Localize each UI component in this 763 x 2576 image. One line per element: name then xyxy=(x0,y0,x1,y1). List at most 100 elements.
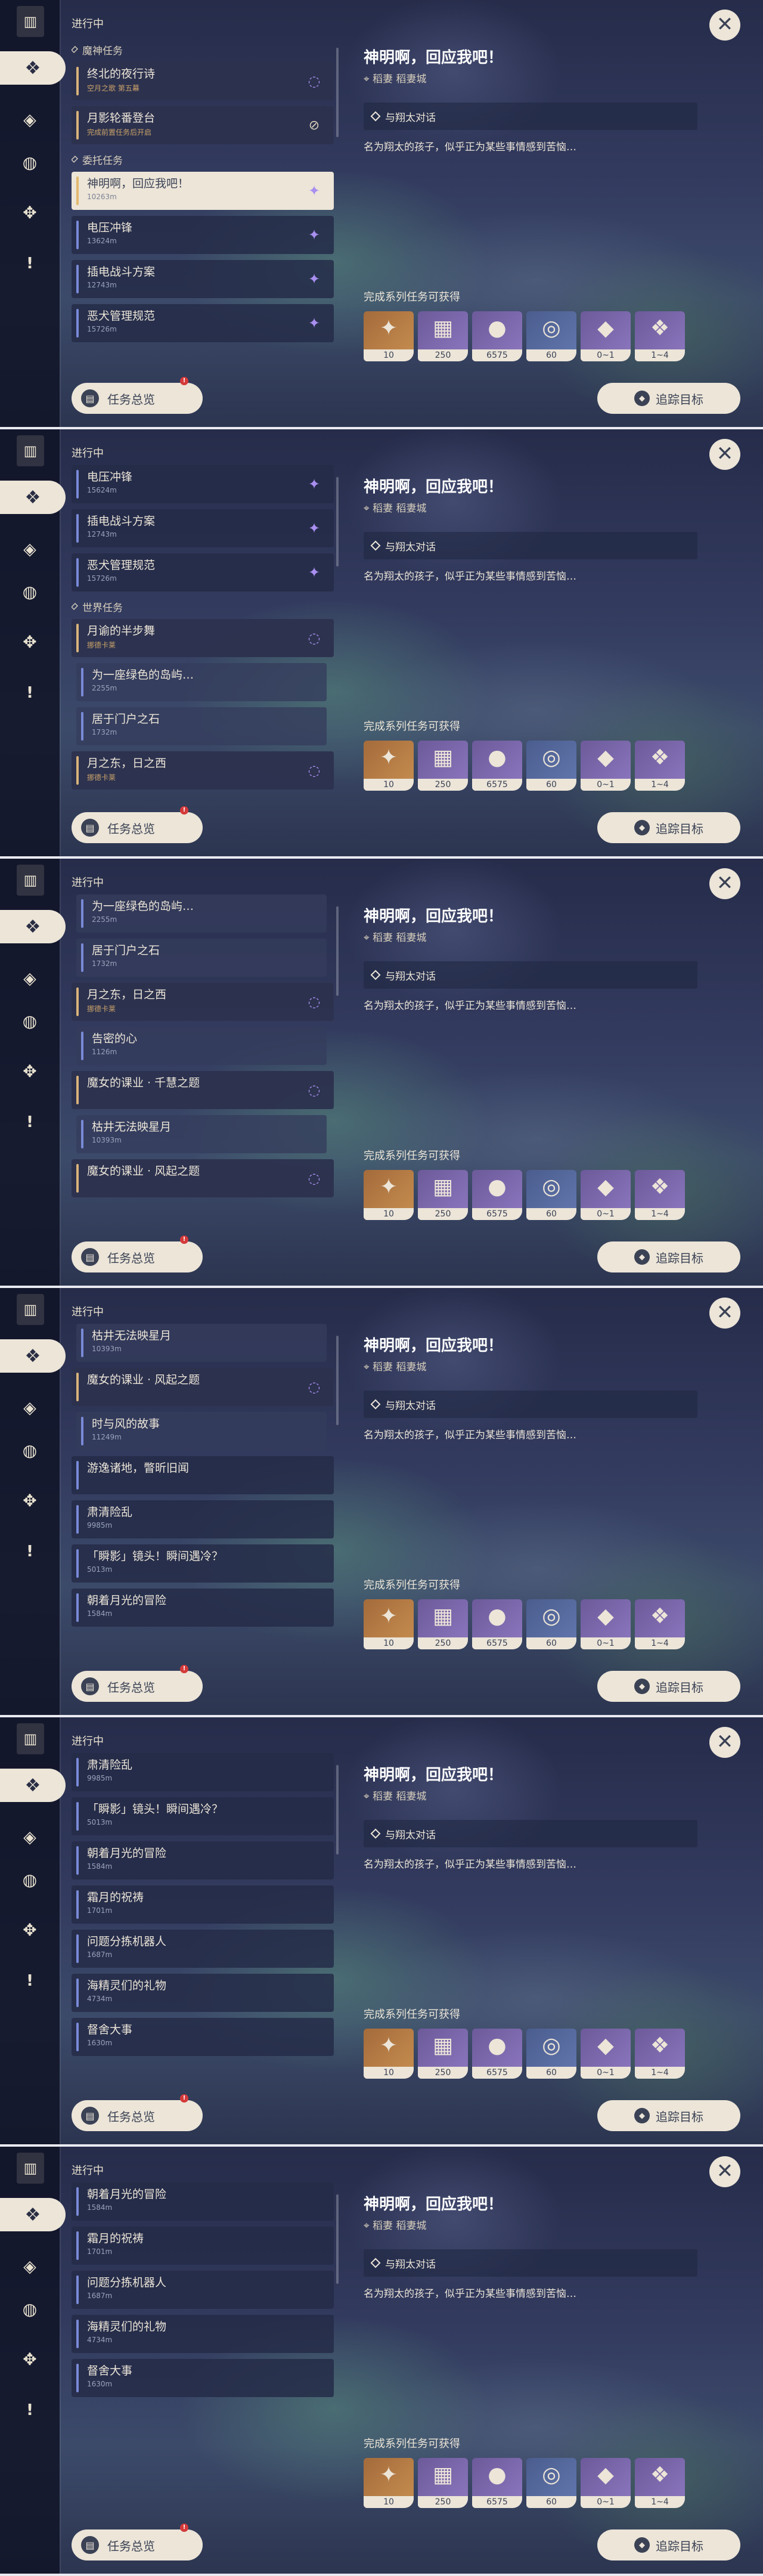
reward-item[interactable]: ▦ 250 xyxy=(418,741,468,791)
list-scrollbar[interactable] xyxy=(336,1336,339,1425)
sidebar-story-icon[interactable]: ◍ xyxy=(17,149,43,175)
quest-item[interactable]: 月影轮番登台 完成前置任务后开启 ⊘ xyxy=(72,106,334,144)
sidebar-all-quests-icon[interactable]: ❖ xyxy=(0,481,66,514)
track-objective-button[interactable]: ◆ 追踪目标 xyxy=(597,812,740,843)
reward-item[interactable]: ◎ 60 xyxy=(526,311,576,361)
sidebar-commission-icon[interactable]: ✥ xyxy=(17,1058,43,1084)
sidebar-all-quests-icon[interactable]: ❖ xyxy=(0,910,66,943)
track-objective-button[interactable]: ◆ 追踪目标 xyxy=(597,383,740,414)
reward-item[interactable]: ✦ 10 xyxy=(364,1170,414,1220)
quest-overview-button[interactable]: ▤ 任务总览 xyxy=(72,1241,203,1272)
quest-item[interactable]: 居于门户之石1732m⌖ xyxy=(76,939,327,977)
sidebar-world-quest-icon[interactable]: ! xyxy=(17,2397,43,2423)
quest-item[interactable]: 为一座绿色的岛屿…2255m⌖ xyxy=(76,663,327,701)
quest-item[interactable]: 为一座绿色的岛屿…2255m⌖ xyxy=(76,894,327,933)
reward-item[interactable]: ✦ 10 xyxy=(364,2458,414,2508)
quest-item[interactable]: 肃清险乱9985m⌖ xyxy=(72,1753,334,1791)
quest-list[interactable]: 为一座绿色的岛屿…2255m⌖居于门户之石1732m⌖月之东，日之西挪德卡莱◌告… xyxy=(72,894,334,1228)
sidebar-story-icon[interactable]: ◍ xyxy=(17,2296,43,2322)
list-scrollbar[interactable] xyxy=(336,906,339,996)
reward-item[interactable]: ✦ 10 xyxy=(364,741,414,791)
quest-item[interactable]: 终北的夜行诗 空月之歌 第五幕 ◌ xyxy=(72,62,334,100)
quest-overview-button[interactable]: ▤ 任务总览 xyxy=(72,1671,203,1702)
quest-book-icon[interactable]: ▥ xyxy=(17,2153,44,2184)
close-button[interactable]: ✕ xyxy=(709,1298,740,1329)
quest-item[interactable]: 月谕的半步舞 挪德卡莱 ◌ xyxy=(72,619,334,657)
reward-item[interactable]: ▦ 250 xyxy=(418,1599,468,1649)
quest-item[interactable]: 问题分拣机器人1687m⌖ xyxy=(72,2271,334,2309)
quest-book-icon[interactable]: ▥ xyxy=(17,6,44,37)
sidebar-commission-icon[interactable]: ✥ xyxy=(17,2346,43,2372)
reward-item[interactable]: ◆ 0~1 xyxy=(581,311,631,361)
quest-item[interactable]: 告密的心1126m⌖ xyxy=(76,1027,327,1065)
reward-item[interactable]: ▦ 250 xyxy=(418,1170,468,1220)
sidebar-archon-icon[interactable]: ◈ xyxy=(17,1823,43,1850)
quest-item[interactable]: 「瞬影」镜头！瞬间遇冷？5013m⌖ xyxy=(72,1544,334,1583)
reward-item[interactable]: ◎ 60 xyxy=(526,1170,576,1220)
reward-item[interactable]: ❖ 1~4 xyxy=(635,311,685,361)
reward-item[interactable]: ❖ 1~4 xyxy=(635,1599,685,1649)
quest-item[interactable]: 枯井无法映星月10393m⌖ xyxy=(76,1115,327,1153)
quest-item[interactable]: 霜月的祝祷1701m⌖ xyxy=(72,2227,334,2265)
list-scrollbar[interactable] xyxy=(336,48,339,137)
quest-book-icon[interactable]: ▥ xyxy=(17,1294,44,1325)
reward-item[interactable]: ◆ 0~1 xyxy=(581,2029,631,2079)
reward-item[interactable]: ▦ 250 xyxy=(418,2458,468,2508)
quest-item[interactable]: 恶犬管理规范 15726m ✦ xyxy=(72,304,334,342)
reward-item[interactable]: ● 6575 xyxy=(472,2029,522,2079)
quest-list[interactable]: 肃清险乱9985m⌖「瞬影」镜头！瞬间遇冷？5013m⌖朝着月光的冒险1584m… xyxy=(72,1753,334,2087)
reward-item[interactable]: ◎ 60 xyxy=(526,2458,576,2508)
quest-book-icon[interactable]: ▥ xyxy=(17,435,44,466)
reward-item[interactable]: ❖ 1~4 xyxy=(635,2029,685,2079)
sidebar-archon-icon[interactable]: ◈ xyxy=(17,965,43,991)
sidebar-world-quest-icon[interactable]: ! xyxy=(17,680,43,706)
reward-item[interactable]: ● 6575 xyxy=(472,1599,522,1649)
sidebar-story-icon[interactable]: ◍ xyxy=(17,1437,43,1463)
reward-item[interactable]: ❖ 1~4 xyxy=(635,741,685,791)
sidebar-archon-icon[interactable]: ◈ xyxy=(17,106,43,132)
quest-item[interactable]: 朝着月光的冒险1584m⌖ xyxy=(72,1841,334,1880)
sidebar-commission-icon[interactable]: ✥ xyxy=(17,628,43,655)
sidebar-world-quest-icon[interactable]: ! xyxy=(17,1109,43,1135)
track-objective-button[interactable]: ◆ 追踪目标 xyxy=(597,1671,740,1702)
reward-item[interactable]: ◎ 60 xyxy=(526,2029,576,2079)
quest-item[interactable]: 居于门户之石1732m⌖ xyxy=(76,707,327,745)
track-objective-button[interactable]: ◆ 追踪目标 xyxy=(597,2529,740,2560)
reward-item[interactable]: ● 6575 xyxy=(472,311,522,361)
quest-item[interactable]: 时与风的故事11249m⌖ xyxy=(76,1412,327,1450)
quest-item[interactable]: 魔女的课业 · 千慧之题 ◌ xyxy=(72,1071,334,1109)
reward-item[interactable]: ● 6575 xyxy=(472,2458,522,2508)
reward-item[interactable]: ◆ 0~1 xyxy=(581,741,631,791)
sidebar-all-quests-icon[interactable]: ❖ xyxy=(0,1339,66,1373)
quest-item[interactable]: 肃清险乱9985m⌖ xyxy=(72,1500,334,1538)
quest-overview-button[interactable]: ▤ 任务总览 xyxy=(72,2529,203,2560)
close-button[interactable]: ✕ xyxy=(709,868,740,899)
sidebar-world-quest-icon[interactable]: ! xyxy=(17,250,43,277)
list-scrollbar[interactable] xyxy=(336,1765,339,1854)
reward-item[interactable]: ● 6575 xyxy=(472,741,522,791)
quest-item[interactable]: 电压冲锋 13624m ✦ xyxy=(72,216,334,254)
sidebar-all-quests-icon[interactable]: ❖ xyxy=(0,2198,66,2231)
reward-item[interactable]: ◎ 60 xyxy=(526,1599,576,1649)
sidebar-story-icon[interactable]: ◍ xyxy=(17,1866,43,1893)
quest-item[interactable]: 霜月的祝祷1701m⌖ xyxy=(72,1885,334,1924)
sidebar-story-icon[interactable]: ◍ xyxy=(17,578,43,605)
reward-item[interactable]: ❖ 1~4 xyxy=(635,2458,685,2508)
quest-item[interactable]: 插电战斗方案 12743m ✦ xyxy=(72,260,334,298)
sidebar-world-quest-icon[interactable]: ! xyxy=(17,1538,43,1565)
quest-item[interactable]: 插电战斗方案 12743m ✦ xyxy=(72,509,334,547)
close-button[interactable]: ✕ xyxy=(709,1727,740,1758)
reward-item[interactable]: ❖ 1~4 xyxy=(635,1170,685,1220)
quest-item[interactable]: 月之东，日之西 挪德卡莱 ◌ xyxy=(72,751,334,789)
quest-item[interactable]: 魔女的课业 · 风起之题 ◌ xyxy=(72,1159,334,1197)
quest-item[interactable]: 朝着月光的冒险1584m⌖ xyxy=(72,1589,334,1627)
reward-item[interactable]: ✦ 10 xyxy=(364,2029,414,2079)
quest-item[interactable]: 电压冲锋 15624m ✦ xyxy=(72,465,334,503)
track-objective-button[interactable]: ◆ 追踪目标 xyxy=(597,2100,740,2131)
sidebar-story-icon[interactable]: ◍ xyxy=(17,1008,43,1034)
sidebar-all-quests-icon[interactable]: ❖ xyxy=(0,1769,66,1802)
sidebar-archon-icon[interactable]: ◈ xyxy=(17,535,43,562)
reward-item[interactable]: ◆ 0~1 xyxy=(581,1170,631,1220)
reward-item[interactable]: ▦ 250 xyxy=(418,311,468,361)
reward-item[interactable]: ◆ 0~1 xyxy=(581,2458,631,2508)
